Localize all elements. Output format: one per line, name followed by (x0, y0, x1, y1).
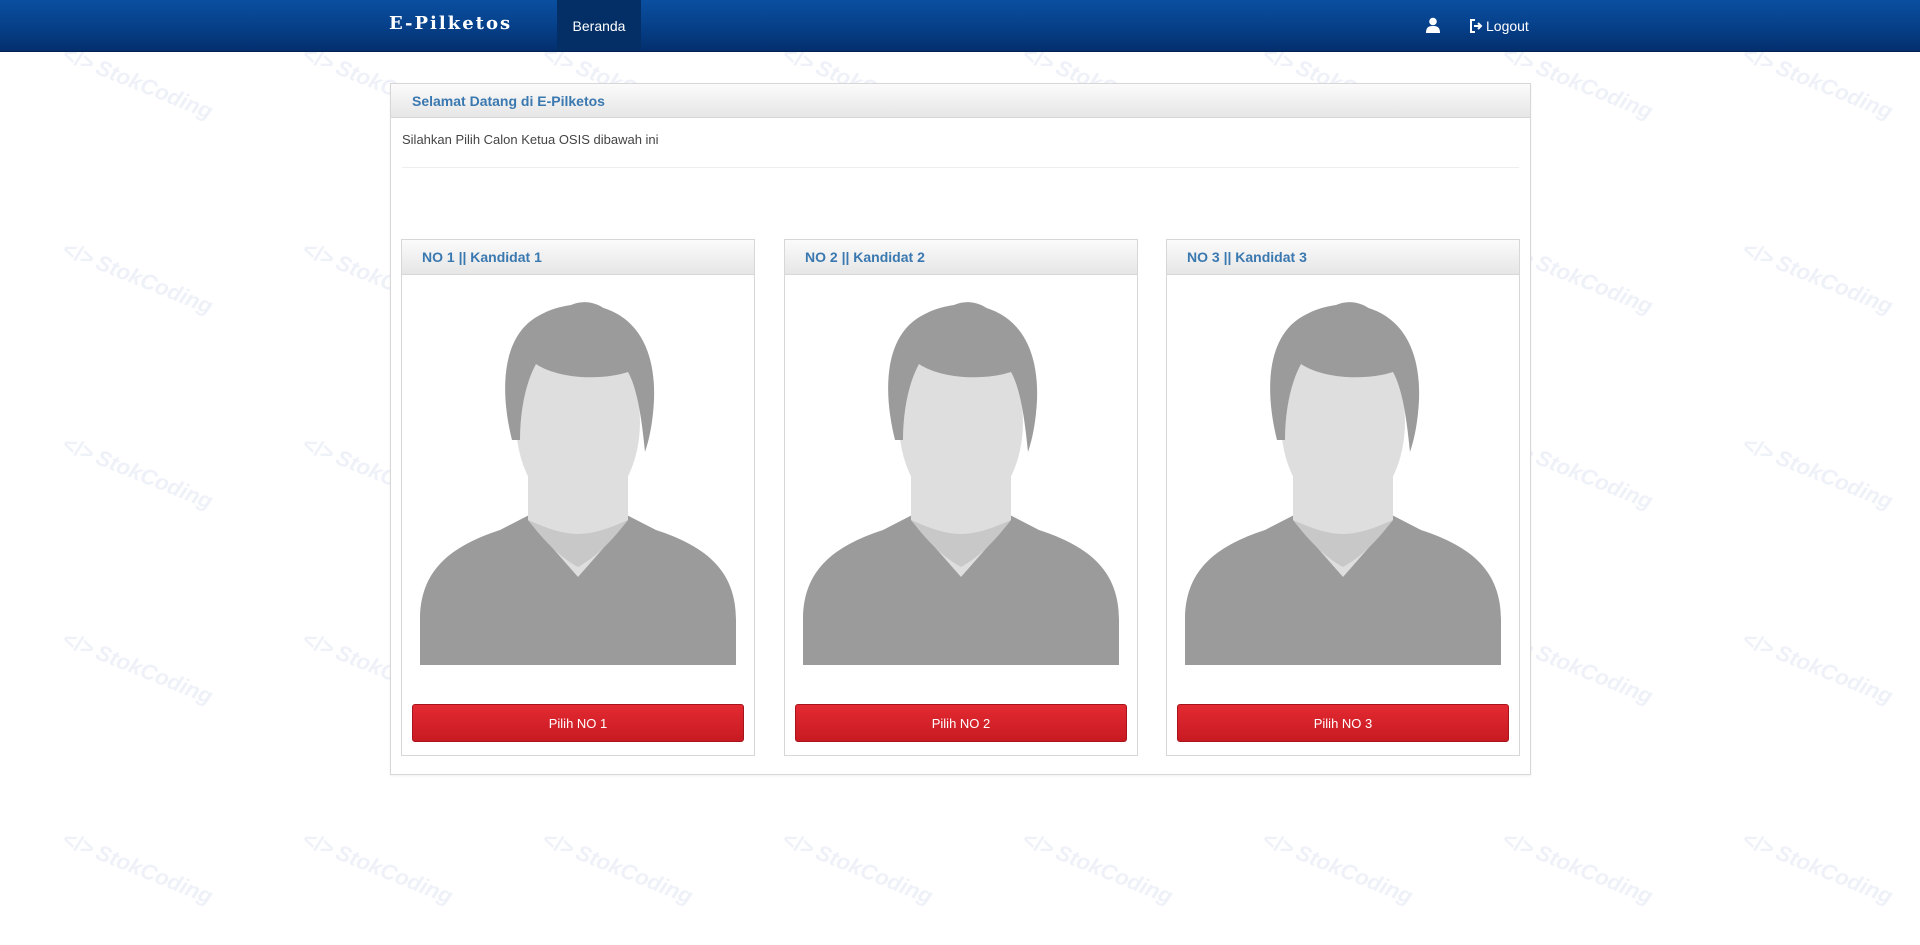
vote-button-2[interactable]: Pilih NO 2 (795, 704, 1127, 742)
vote-button-3[interactable]: Pilih NO 3 (1177, 704, 1509, 742)
watermark-text: </>StokCoding (1019, 826, 1177, 909)
watermark-text: </>StokCoding (59, 41, 217, 124)
watermark-text: </>StokCoding (299, 826, 457, 909)
watermark-text: </>StokCoding (1739, 41, 1897, 124)
candidate-card-1: NO 1 || Kandidat 1 Pilih NO 1 (401, 239, 755, 756)
watermark-text: </>StokCoding (59, 431, 217, 514)
nav-item-beranda[interactable]: Beranda (557, 0, 641, 51)
watermark-text: </>StokCoding (1739, 236, 1897, 319)
candidate-title: NO 1 || Kandidat 1 (402, 240, 754, 275)
top-navbar: E-Pilketos Beranda Logout (0, 0, 1920, 52)
watermark-text: </>StokCoding (1499, 826, 1657, 909)
watermark-text: </>StokCoding (1739, 626, 1897, 709)
divider (402, 167, 1519, 168)
candidate-photo-placeholder-icon (1185, 302, 1501, 665)
watermark-text: </>StokCoding (59, 236, 217, 319)
candidate-photo-placeholder-icon (803, 302, 1119, 665)
vote-button-1[interactable]: Pilih NO 1 (412, 704, 744, 742)
candidate-photo-placeholder-icon (420, 302, 736, 665)
brand-logo[interactable]: E-Pilketos (389, 13, 512, 34)
watermark-text: </>StokCoding (59, 826, 217, 909)
candidate-title: NO 3 || Kandidat 3 (1167, 240, 1519, 275)
logout-icon (1470, 19, 1483, 33)
panel-title: Selamat Datang di E-Pilketos (391, 84, 1530, 118)
intro-text: Silahkan Pilih Calon Ketua OSIS dibawah … (402, 132, 659, 147)
logout-label: Logout (1486, 18, 1529, 34)
user-icon[interactable] (1426, 17, 1440, 33)
watermark-text: </>StokCoding (1739, 431, 1897, 514)
candidate-card-3: NO 3 || Kandidat 3 Pilih NO 3 (1166, 239, 1520, 756)
watermark-text: </>StokCoding (1739, 826, 1897, 909)
candidate-card-2: NO 2 || Kandidat 2 Pilih NO 2 (784, 239, 1138, 756)
welcome-panel: Selamat Datang di E-Pilketos Silahkan Pi… (390, 83, 1531, 775)
watermark-text: </>StokCoding (1259, 826, 1417, 909)
logout-link[interactable]: Logout (1469, 16, 1529, 36)
watermark-text: </>StokCoding (539, 826, 697, 909)
watermark-text: </>StokCoding (779, 826, 937, 909)
watermark-text: </>StokCoding (59, 626, 217, 709)
candidate-title: NO 2 || Kandidat 2 (785, 240, 1137, 275)
